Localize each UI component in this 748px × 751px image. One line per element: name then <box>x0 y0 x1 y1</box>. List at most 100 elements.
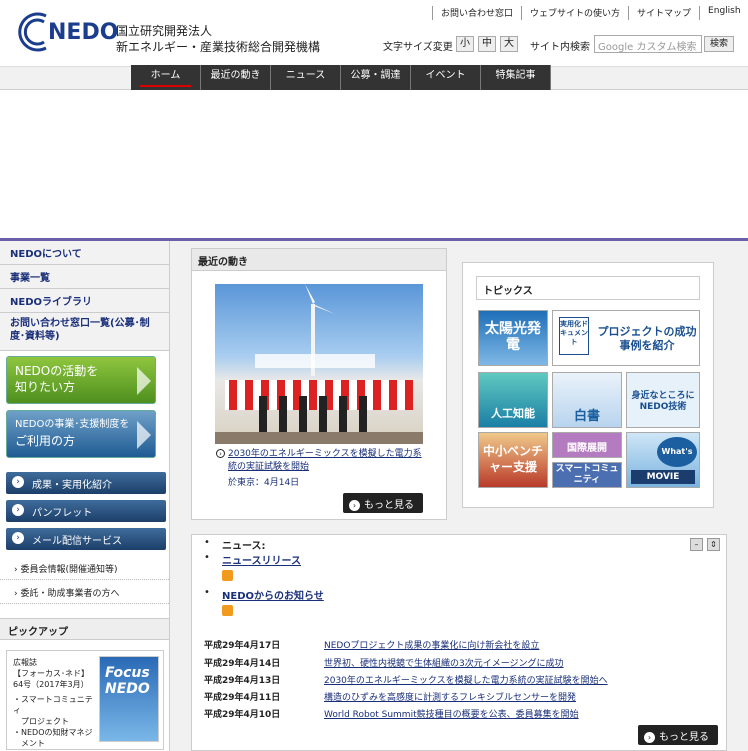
nedo-logo[interactable]: NEDO <box>18 12 118 52</box>
nav-events[interactable]: イベント <box>411 65 481 91</box>
success-label: プロジェクトの成功事例を紹介 <box>597 325 697 352</box>
bullet-dot: • <box>204 552 210 563</box>
recent-news-title: 2030年のエネルギーミックスを模擬した電力系統の実証試験を開始 <box>228 449 422 472</box>
wind-turbine-photo-icon <box>215 284 423 444</box>
sidebar-item-about[interactable]: NEDOについて <box>0 241 169 265</box>
news-title-link[interactable]: 世界初、硬性内視鏡で生体組織の3次元イメージングに成功 <box>324 656 564 669</box>
pickup-card[interactable]: 広報誌 【フォーカス･ネド】 64号（2017年3月） ・スマートコミュニティ … <box>6 650 164 750</box>
pickup-text: 広報誌 【フォーカス･ネド】 64号（2017年3月） ・スマートコミュニティ … <box>13 657 97 749</box>
rss-icon[interactable] <box>222 570 233 581</box>
font-medium-button[interactable]: 中 <box>478 36 496 52</box>
sidebar-item-library[interactable]: NEDOライブラリ <box>0 289 169 313</box>
nav-procurement[interactable]: 公募・調達 <box>341 65 411 91</box>
contractor-label: 委託・助成事業者の方へ <box>20 589 120 599</box>
pickup-line: 広報誌 <box>13 658 37 667</box>
recent-photo[interactable] <box>215 284 423 444</box>
topics-title: トピックス <box>476 276 700 300</box>
bullet-dot: • <box>204 537 210 548</box>
nav-features[interactable]: 特集記事 <box>481 65 551 91</box>
nav-news[interactable]: ニュース <box>271 65 341 91</box>
circle-arrow-icon: › <box>349 500 360 511</box>
search-label: サイト内検索 <box>530 42 590 53</box>
circle-arrow-icon: › <box>12 532 24 544</box>
news-date: 平成29年4月17日 <box>204 641 281 651</box>
font-size-label: 文字サイズ変更 <box>383 42 453 53</box>
pamphlet-label: パンフレット <box>32 508 93 519</box>
sidebar-item-projects[interactable]: 事業一覧 <box>0 265 169 289</box>
search-input[interactable]: Google カスタム検索 <box>594 35 702 53</box>
topic-whitepaper[interactable]: 白書 <box>552 372 622 428</box>
link-contact[interactable]: お問い合わせ窓口 <box>432 6 521 20</box>
circle-arrow-icon: › <box>12 476 24 488</box>
mail-service-button[interactable]: › メール配信サービス <box>6 528 166 550</box>
org-type: 国立研究開発法人 <box>116 24 213 38</box>
news-row: 平成29年4月17日 NEDOプロジェクト成果の事業化に向け新会社を設立 <box>204 638 539 651</box>
topic-success-cases[interactable]: 実用化ドキュメント プロジェクトの成功事例を紹介 <box>552 310 700 366</box>
arrow-right-icon <box>137 367 151 395</box>
news-more-button[interactable]: › もっと見る <box>638 725 718 745</box>
news-date: 平成29年4月13日 <box>204 676 281 686</box>
news-date: 平成29年4月14日 <box>204 659 281 669</box>
circle-arrow-icon: › <box>644 732 655 743</box>
recent-news-link[interactable]: › 2030年のエネルギーミックスを模擬した電力系統の実証試験を開始 <box>216 448 424 474</box>
logo-text: NEDO <box>48 20 119 45</box>
recent-title: 最近の動き <box>192 249 446 271</box>
expand-icon[interactable]: ⇕ <box>707 538 720 551</box>
link-english[interactable]: English <box>699 6 748 20</box>
topic-solar[interactable]: 太陽光発電 <box>478 310 548 366</box>
banner1-line2: 知りたい方 <box>15 380 76 394</box>
news-release-link[interactable]: ニュースリリース <box>222 552 301 567</box>
topic-whats-nedo[interactable]: What's NEDO? MOVIE <box>626 432 700 488</box>
link-sitemap[interactable]: サイトマップ <box>628 6 699 20</box>
font-small-button[interactable]: 小 <box>456 36 474 52</box>
news-title-link[interactable]: World Robot Summit競技種目の概要を公表、委員募集を開始 <box>324 707 579 720</box>
news-row: 平成29年4月11日 構造のひずみを高感度に計測するフレキシブルセンサーを開発 <box>204 690 576 703</box>
news-title-link[interactable]: NEDOプロジェクト成果の事業化に向け新会社を設立 <box>324 638 539 651</box>
results-button[interactable]: › 成果・実用化紹介 <box>6 472 166 494</box>
notice-link[interactable]: NEDOからのお知らせ <box>222 587 324 602</box>
font-large-button[interactable]: 大 <box>500 36 518 52</box>
topic-smart-community[interactable]: スマートコミュニティ <box>552 462 622 488</box>
movie-label: MOVIE <box>631 470 695 484</box>
circle-arrow-icon: › <box>216 449 225 458</box>
pickup-line: ・スマートコミュニティ <box>13 695 93 715</box>
news-row: 平成29年4月13日 2030年のエネルギーミックスを模擬した電力系統の実証試験… <box>204 673 608 686</box>
topic-international[interactable]: 国際展開 <box>552 432 622 458</box>
link-howto[interactable]: ウェブサイトの使い方 <box>521 6 628 20</box>
collapse-icon[interactable]: – <box>690 538 703 551</box>
sidebar-item-contacts[interactable]: お問い合わせ窓口一覧(公募･制度･資料等) <box>0 313 169 351</box>
recent-more-button[interactable]: › もっと見る <box>343 493 423 513</box>
banner2-line1: NEDOの事業･支援制度を <box>15 419 130 430</box>
hero-area <box>0 90 748 238</box>
search-button[interactable]: 検索 <box>704 36 734 52</box>
pickup-line: 【フォーカス･ネド】 <box>13 669 89 678</box>
committee-link[interactable]: › 委員会情報(開催通知等) <box>0 558 169 580</box>
news-row: 平成29年4月14日 世界初、硬性内視鏡で生体組織の3次元イメージングに成功 <box>204 656 564 669</box>
bullet-dot: • <box>204 587 210 598</box>
topic-sme[interactable]: 中小ベンチャー支援 <box>478 432 548 488</box>
arrow-right-icon <box>137 421 151 449</box>
pickup-line: メント <box>13 739 45 748</box>
more-label: もっと見る <box>659 732 709 743</box>
mail-service-label: メール配信サービス <box>32 536 122 547</box>
rss-icon[interactable] <box>222 605 233 616</box>
results-label: 成果・実用化紹介 <box>32 480 112 491</box>
contractor-link[interactable]: › 委託・助成事業者の方へ <box>0 582 169 604</box>
more-label: もっと見る <box>364 500 414 511</box>
pickup-line: ・NEDOの知財マネジ <box>13 728 93 737</box>
circle-arrow-icon: › <box>12 504 24 516</box>
utility-links: お問い合わせ窓口 ウェブサイトの使い方 サイトマップ English <box>432 6 748 20</box>
pamphlet-button[interactable]: › パンフレット <box>6 500 166 522</box>
news-title-link[interactable]: 構造のひずみを高感度に計測するフレキシブルセンサーを開発 <box>324 690 576 703</box>
org-name: 新エネルギー・産業技術総合開発機構 <box>116 40 321 54</box>
nav-recent[interactable]: 最近の動き <box>201 65 271 91</box>
nav-home[interactable]: ホーム <box>131 65 201 91</box>
topic-ai[interactable]: 人工知能 <box>478 372 548 428</box>
banner-learn-activities[interactable]: NEDOの活動を 知りたい方 <box>6 356 156 404</box>
doc-badge: 実用化ドキュメント <box>559 317 589 355</box>
news-date: 平成29年4月10日 <box>204 710 281 720</box>
banner-use-programs[interactable]: NEDOの事業･支援制度を ご利用の方 <box>6 410 156 458</box>
news-title-link[interactable]: 2030年のエネルギーミックスを模擬した電力系統の実証試験を開始へ <box>324 673 608 686</box>
topic-everyday-tech[interactable]: 身近なところにNEDO技術 <box>626 372 700 428</box>
magazine-cover[interactable]: Focus NEDO <box>99 656 159 742</box>
